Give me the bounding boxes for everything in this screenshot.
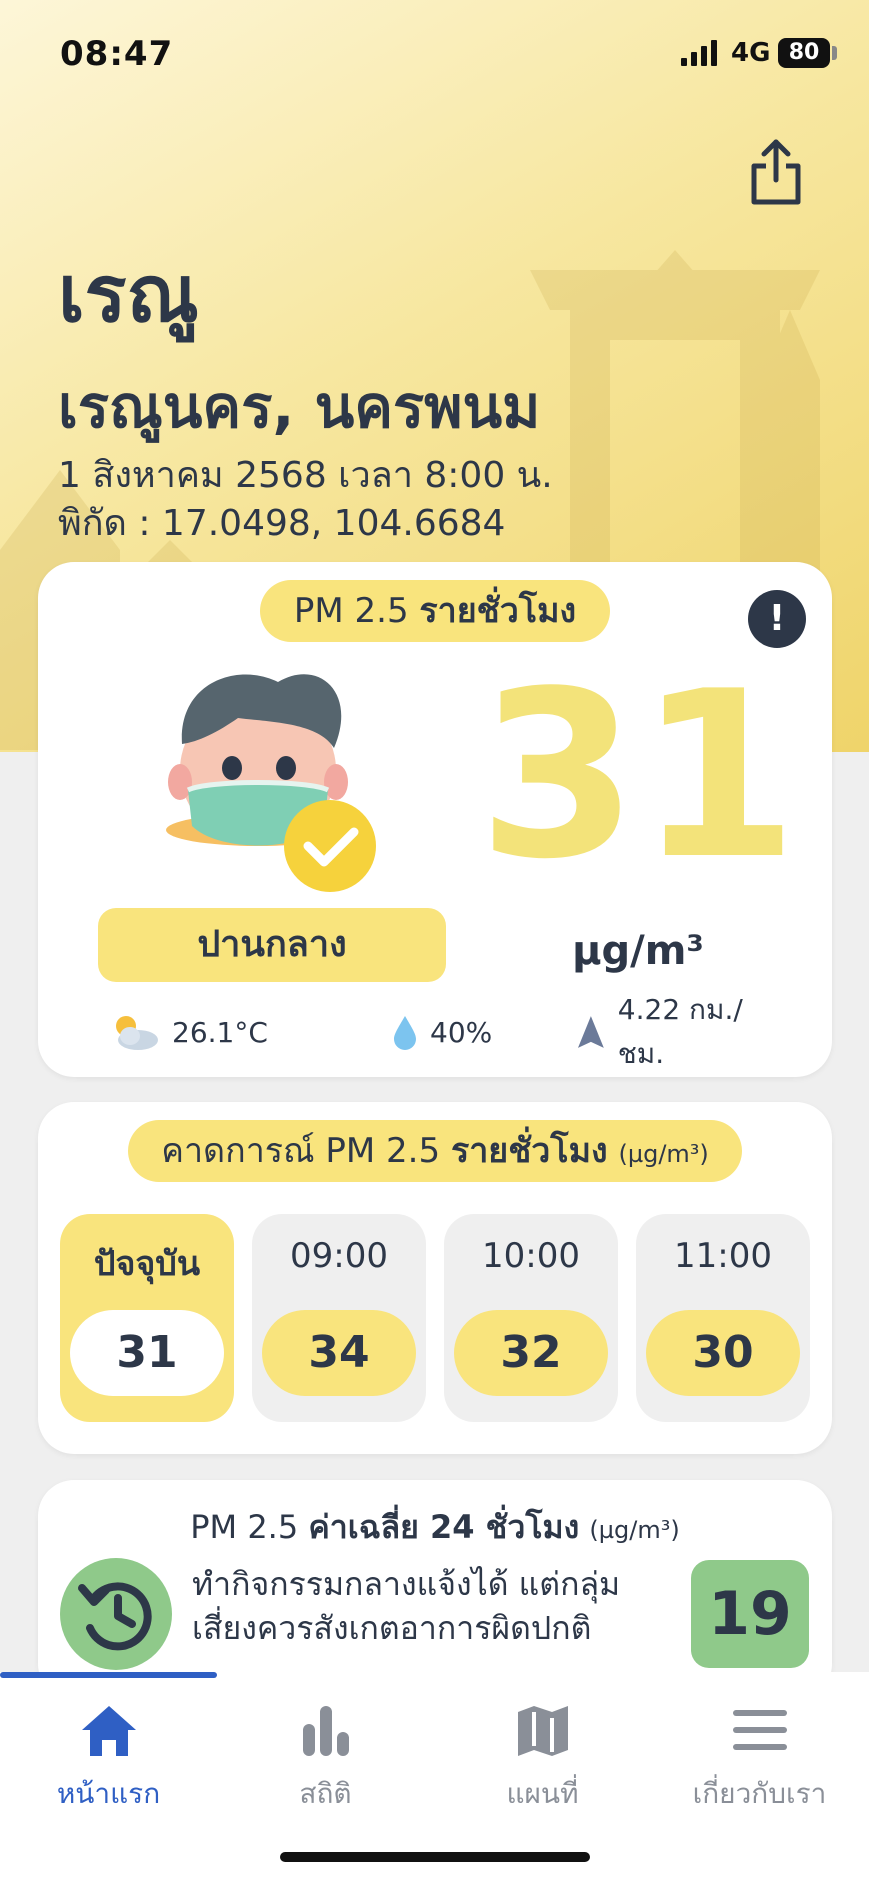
aqi-level-label: ปานกลาง xyxy=(98,908,446,982)
info-button[interactable]: ! xyxy=(748,590,806,648)
water-drop-icon xyxy=(394,1016,416,1050)
forecast-card: คาดการณ์ PM 2.5 รายชั่วโมง (µg/m³) ปัจจุ… xyxy=(38,1102,832,1454)
average-title-unit: (µg/m³) xyxy=(589,1516,680,1544)
status-time: 08:47 xyxy=(60,34,174,74)
forecast-slot-1000[interactable]: 10:00 32 xyxy=(444,1214,618,1422)
average-advice-line1: ทำกิจกรรมกลางแจ้งได้ แต่กลุ่ม xyxy=(192,1565,621,1603)
wind-value: 4.22 กม./ชม. xyxy=(617,993,743,1070)
tab-about-label: เกี่ยวกับเรา xyxy=(692,1777,827,1810)
signal-icon xyxy=(681,40,717,66)
temperature-item: 26.1°C xyxy=(108,1010,268,1054)
forecast-slot-current[interactable]: ปัจจุบัน 31 xyxy=(60,1214,234,1422)
status-bar: 08:47 4G 80 xyxy=(0,0,869,110)
average-advice: ทำกิจกรรมกลางแจ้งได้ แต่กลุ่ม เสี่ยงควรส… xyxy=(192,1562,702,1650)
wind-item: 4.22 กม./ชม. xyxy=(576,993,788,1070)
forecast-slot-value: 30 xyxy=(646,1310,800,1396)
forecast-slot-label: ปัจจุบัน xyxy=(93,1244,201,1284)
weather-row: 26.1°C 40% 4.22 กม./ชม. xyxy=(108,993,788,1070)
share-icon xyxy=(751,139,801,205)
battery-icon: 80 xyxy=(778,38,830,68)
humidity-item: 40% xyxy=(392,1010,492,1054)
forecast-slot-value: 32 xyxy=(454,1310,608,1396)
wind-direction-icon xyxy=(577,1016,604,1048)
battery-tip xyxy=(832,46,837,60)
tab-home-label: หน้าแรก xyxy=(56,1777,161,1810)
forecast-title-bold: รายชั่วโมง xyxy=(450,1131,608,1171)
tab-map-label: แผนที่ xyxy=(506,1777,579,1810)
forecast-slot-label: 10:00 xyxy=(482,1236,580,1276)
network-type: 4G xyxy=(731,38,771,68)
average-pm25-value: 19 xyxy=(691,1560,809,1668)
coordinates: พิกัด : 17.0498, 104.6684 xyxy=(58,503,506,544)
home-icon xyxy=(81,1706,136,1756)
temperature-value: 26.1°C xyxy=(172,1015,268,1049)
forecast-slot-value: 34 xyxy=(262,1310,416,1396)
average-title-prefix: PM 2.5 xyxy=(190,1508,309,1546)
bottom-tab-bar: หน้าแรก สถิติ แผนที่ เกี่ยวกับเรา xyxy=(0,1672,869,1882)
average-advice-line2: เสี่ยงควรสังเกตอาการผิดปกติ xyxy=(192,1609,592,1647)
tab-statistics-label: สถิติ xyxy=(299,1777,352,1810)
tab-home[interactable]: หน้าแรก xyxy=(0,1702,217,1832)
menu-icon xyxy=(732,1710,787,1750)
active-tab-indicator xyxy=(0,1672,217,1678)
forecast-slot-0900[interactable]: 09:00 34 xyxy=(252,1214,426,1422)
map-icon xyxy=(517,1706,568,1756)
home-indicator xyxy=(280,1852,590,1862)
forecast-slot-value: 31 xyxy=(70,1310,224,1396)
tab-about[interactable]: เกี่ยวกับเรา xyxy=(651,1702,868,1832)
forecast-title-unit: (µg/m³) xyxy=(618,1140,709,1168)
forecast-card-title: คาดการณ์ PM 2.5 รายชั่วโมง (µg/m³) xyxy=(128,1120,742,1182)
average-card-title: PM 2.5 ค่าเฉลี่ย 24 ชั่วโมง (µg/m³) xyxy=(38,1502,832,1553)
average-24h-card: PM 2.5 ค่าเฉลี่ย 24 ชั่วโมง (µg/m³) ทำกิ… xyxy=(38,1480,832,1700)
history-button[interactable] xyxy=(60,1558,172,1670)
tab-statistics[interactable]: สถิติ xyxy=(217,1702,434,1832)
humidity-value: 40% xyxy=(430,1015,493,1049)
tab-map[interactable]: แผนที่ xyxy=(434,1702,651,1832)
forecast-slot-label: 11:00 xyxy=(674,1236,772,1276)
share-button[interactable] xyxy=(748,138,804,208)
current-title-prefix: PM 2.5 xyxy=(293,591,420,631)
average-title-bold: ค่าเฉลี่ย 24 ชั่วโมง xyxy=(308,1508,580,1546)
current-pm25-unit: µg/m³ xyxy=(572,928,704,974)
current-pm25-card: PM 2.5 รายชั่วโมง ! ปานกลาง 31 µg/m³ 26.… xyxy=(38,562,832,1077)
forecast-slot-label: 09:00 xyxy=(290,1236,388,1276)
masked-person-avatar xyxy=(166,674,376,892)
bar-chart-icon xyxy=(302,1706,349,1756)
forecast-slot-1100[interactable]: 11:00 30 xyxy=(636,1214,810,1422)
current-title-bold: รายชั่วโมง xyxy=(419,591,577,631)
current-pm25-value: 31 xyxy=(477,643,799,910)
partly-cloudy-icon xyxy=(116,1016,158,1050)
history-icon xyxy=(78,1582,152,1651)
forecast-title-prefix: คาดการณ์ PM 2.5 xyxy=(161,1131,451,1171)
page-title: เรณู xyxy=(58,250,199,340)
current-card-title: PM 2.5 รายชั่วโมง xyxy=(260,580,610,642)
location-name: เรณูนคร, นครพนม xyxy=(58,373,541,441)
